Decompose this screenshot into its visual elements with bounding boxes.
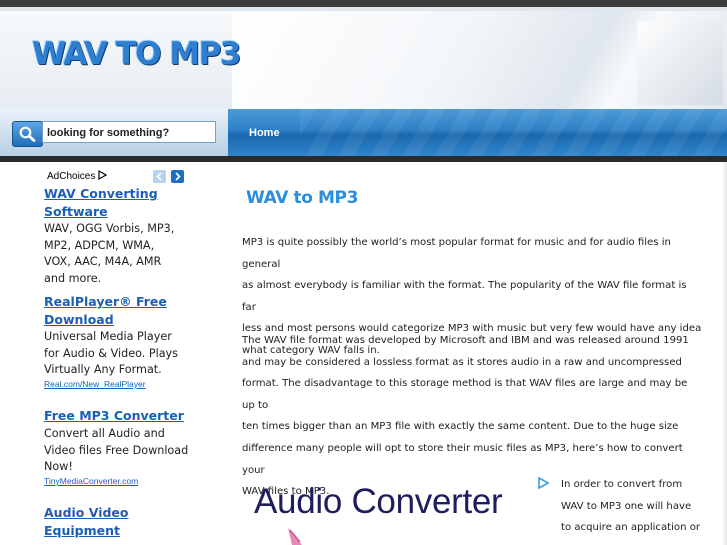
paragraph-line: In order to convert from <box>561 479 683 490</box>
paragraph-line: to acquire an application or <box>561 522 701 533</box>
ad-info-icon[interactable] <box>536 476 550 490</box>
ad-1-desc-line: WAV, OGG Vorbis, MP3, <box>44 222 175 235</box>
ad-3-description: Convert all Audio and Video files Free D… <box>44 426 188 476</box>
ad-4-title-line2: Equipment <box>44 523 120 538</box>
ad-prev-button[interactable] <box>153 170 166 183</box>
ad-2-desc-line: for Audio & Video. Plays <box>44 346 178 360</box>
ad-2-title[interactable]: RealPlayer® Free Download <box>44 293 167 329</box>
banner-graphic-icon <box>288 528 302 545</box>
ad-1-title-line1: WAV Converting <box>44 186 158 201</box>
ad-2-url[interactable]: Real.com/New_RealPlayer <box>44 379 146 389</box>
ad-1-title-line2: Software <box>44 204 108 219</box>
ad-2-title-line2: Download <box>44 312 114 327</box>
site-logo[interactable]: WAV TO MP3 <box>32 36 241 72</box>
paragraph-line: as almost everybody is familiar with the… <box>242 280 687 313</box>
chevron-right-icon <box>175 172 181 181</box>
ad-2-title-line1: RealPlayer® Free <box>44 294 167 309</box>
paragraph-line: WAV to MP3 one will have <box>561 500 692 512</box>
paragraph-line: format. The disadvantage to this storage… <box>242 378 688 411</box>
ad-1-description: WAV, OGG Vorbis, MP3, MP2, ADPCM, WMA, V… <box>44 221 174 287</box>
ad-3-title-line1: Free MP3 Converter <box>44 408 184 423</box>
ad-2-description: Universal Media Player for Audio & Video… <box>44 329 178 379</box>
paragraph-line: and may be considered a lossless format … <box>242 356 682 368</box>
top-bar <box>0 0 727 7</box>
right-edge-shade <box>722 162 727 545</box>
search-icon <box>19 126 36 142</box>
chevron-left-icon <box>156 172 162 181</box>
page-title: WAV to MP3 <box>246 188 358 208</box>
ad-3-desc-line: Convert all Audio and <box>44 427 165 440</box>
ad-3-title[interactable]: Free MP3 Converter <box>44 407 184 425</box>
paragraph-line: MP3 is quite possibly the world’s most p… <box>242 237 671 270</box>
ad-1-desc-line: and more. <box>44 271 102 285</box>
ad-next-button[interactable] <box>171 170 184 183</box>
paragraph-line: The WAV file format was developed by Mic… <box>242 335 689 346</box>
ad-1-desc-line: VOX, AAC, M4A, AMR <box>44 255 162 268</box>
ad-1-desc-line: MP2, ADPCM, WMA, <box>44 238 155 252</box>
paragraph-line: ten times bigger than an MP3 file with e… <box>242 421 679 433</box>
ad-2-desc-line: Virtually Any Format. <box>44 363 162 376</box>
adchoices-label: AdChoices <box>47 171 96 182</box>
article-paragraph-3: In order to convert from WAV to MP3 one … <box>561 474 711 539</box>
ad-4-title-line1: Audio Video <box>44 505 129 520</box>
search-input[interactable]: looking for something? <box>42 121 216 143</box>
ad-4-title[interactable]: Audio Video Equipment <box>44 504 129 540</box>
banner-text: Audio Converter <box>254 482 503 521</box>
search-button[interactable] <box>12 121 43 147</box>
ad-1-title[interactable]: WAV Converting Software <box>44 185 158 221</box>
ad-3-url[interactable]: TinyMediaConverter.com <box>44 476 138 486</box>
adchoices-icon <box>98 169 108 181</box>
nav-home-link[interactable]: Home <box>249 127 280 139</box>
ad-3-desc-line: Video files Free Download <box>44 443 189 457</box>
header-decoration <box>232 11 727 109</box>
ad-2-desc-line: Universal Media Player <box>44 330 172 343</box>
ad-3-desc-line: Now! <box>44 460 73 473</box>
adchoices-link[interactable]: AdChoices <box>47 169 108 182</box>
